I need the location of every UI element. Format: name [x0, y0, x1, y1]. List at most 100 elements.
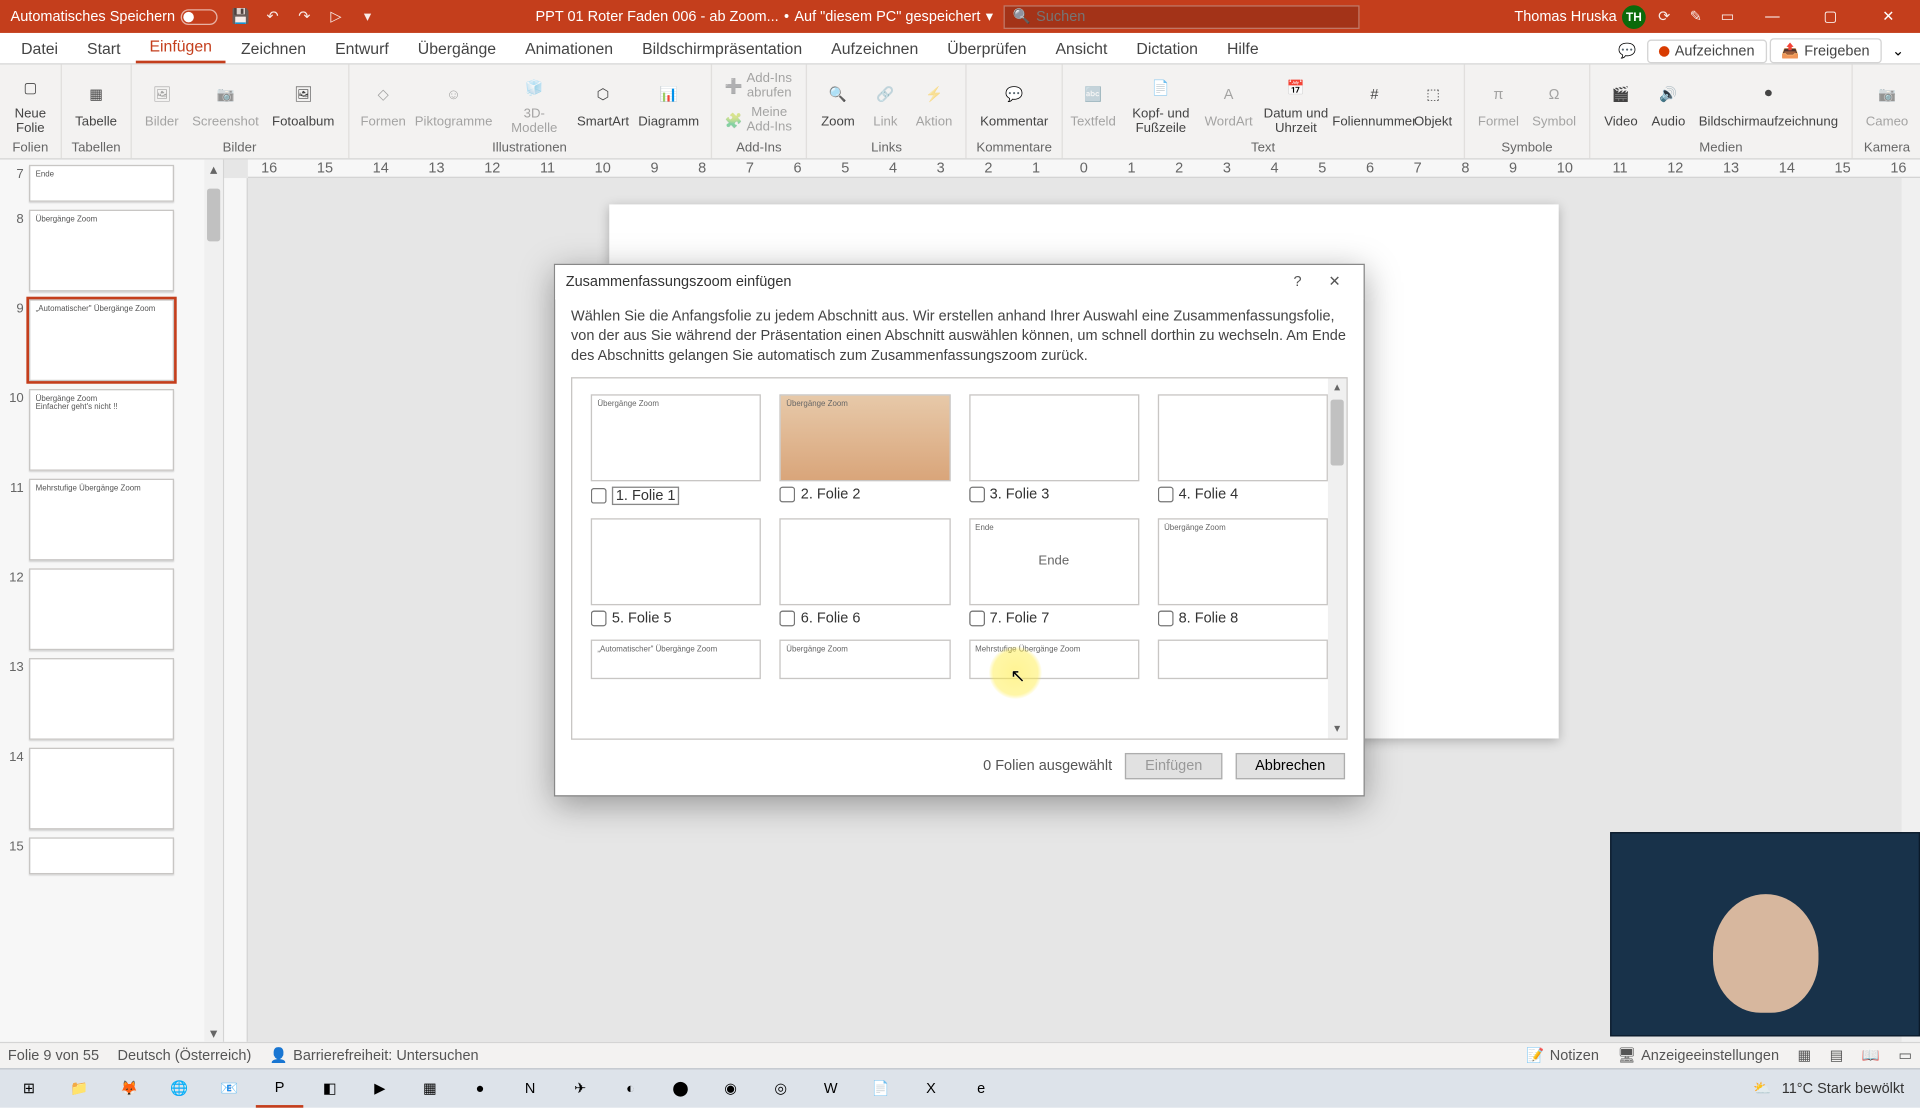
tab-animationen[interactable]: Animationen — [512, 34, 626, 63]
tab-einfügen[interactable]: Einfügen — [136, 32, 225, 64]
draw-icon[interactable]: ✎ — [1683, 3, 1709, 29]
slide-thumbnail[interactable]: 8Übergänge Zoom — [5, 210, 215, 292]
slide-checkbox[interactable] — [969, 486, 985, 502]
slide-option[interactable]: Übergänge Zoom2. Folie 2 — [780, 394, 950, 505]
edge-icon[interactable]: e — [957, 1070, 1004, 1107]
tab-ansicht[interactable]: Ansicht — [1042, 34, 1120, 63]
share-button[interactable]: 📤Freigeben — [1769, 38, 1881, 63]
app-icon[interactable]: ◐ — [607, 1070, 654, 1107]
slide-option[interactable]: „Automatischer" Übergänge Zoom — [591, 639, 761, 679]
outlook-icon[interactable]: 📧 — [206, 1070, 253, 1107]
close-button[interactable]: ✕ — [1862, 0, 1915, 33]
slide-thumbnail[interactable]: 11Mehrstufige Übergänge Zoom — [5, 479, 215, 561]
slide-checkbox[interactable] — [591, 487, 607, 503]
slide-option-label[interactable]: 5. Folie 5 — [591, 610, 761, 626]
view-reading-icon[interactable]: 📖 — [1862, 1047, 1880, 1064]
explorer-icon[interactable]: 📁 — [55, 1070, 102, 1107]
search-input[interactable]: 🔍 — [1004, 5, 1360, 29]
slide-thumbnail[interactable]: 7Ende — [5, 165, 215, 202]
slide-option[interactable]: Mehrstufige Übergänge Zoom — [969, 639, 1139, 679]
ribbon-button[interactable]: #Foliennummer — [1341, 75, 1408, 132]
slide-thumbnail[interactable]: 13 — [5, 658, 215, 740]
slide-option-label[interactable]: 4. Folie 4 — [1157, 486, 1327, 502]
slide-option[interactable]: 5. Folie 5 — [591, 518, 761, 626]
qat-more-icon[interactable]: ▾ — [354, 3, 380, 29]
slide-checkbox[interactable] — [1157, 486, 1173, 502]
telegram-icon[interactable]: ✈ — [556, 1070, 603, 1107]
slide-checkbox[interactable] — [1157, 610, 1173, 626]
app-icon[interactable]: ▦ — [406, 1070, 453, 1107]
tab-aufzeichnen[interactable]: Aufzeichnen — [818, 34, 931, 63]
ribbon-button[interactable]: 🔊Audio — [1646, 75, 1691, 132]
app-icon[interactable]: ● — [456, 1070, 503, 1107]
ribbon-button[interactable]: 📄Kopf- und Fußzeile — [1118, 67, 1203, 138]
redo-icon[interactable]: ↷ — [291, 3, 317, 29]
firefox-icon[interactable]: 🦊 — [105, 1070, 152, 1107]
scroll-up-icon[interactable]: ▴ — [1328, 378, 1346, 396]
ribbon-button[interactable]: 💬Kommentar — [975, 75, 1054, 132]
tab-entwurf[interactable]: Entwurf — [322, 34, 402, 63]
ribbon-button[interactable]: ⬚Objekt — [1411, 75, 1456, 132]
undo-icon[interactable]: ↶ — [259, 3, 285, 29]
slide-option-label[interactable]: 2. Folie 2 — [780, 486, 950, 502]
thumbnail-scrollbar[interactable]: ▴ ▾ — [204, 160, 222, 1042]
close-icon[interactable]: ✕ — [1316, 267, 1353, 296]
slide-option-label[interactable]: 1. Folie 1 — [591, 486, 761, 504]
slide-option[interactable]: EndeEnde7. Folie 7 — [969, 518, 1139, 626]
slide-count[interactable]: Folie 9 von 55 — [8, 1048, 99, 1064]
save-icon[interactable]: 💾 — [228, 3, 254, 29]
slide-thumbnail[interactable]: 10Übergänge ZoomEinfacher geht's nicht !… — [5, 389, 215, 471]
powerpoint-icon[interactable]: P — [256, 1070, 303, 1107]
slide-option[interactable] — [1157, 639, 1327, 679]
search-field[interactable] — [1036, 9, 1350, 25]
ribbon-button[interactable]: 📅Datum und Uhrzeit — [1254, 67, 1338, 138]
tab-start[interactable]: Start — [74, 34, 134, 63]
document-title[interactable]: PPT 01 Roter Faden 006 - ab Zoom... • Au… — [535, 8, 993, 25]
chrome-icon[interactable]: 🌐 — [156, 1070, 203, 1107]
tab-hilfe[interactable]: Hilfe — [1214, 34, 1272, 63]
maximize-button[interactable]: ▢ — [1804, 0, 1857, 33]
view-slideshow-icon[interactable]: ▭ — [1898, 1047, 1912, 1064]
record-button[interactable]: Aufzeichnen — [1647, 39, 1766, 63]
slide-option-label[interactable]: 6. Folie 6 — [780, 610, 950, 626]
scroll-thumb[interactable] — [1331, 399, 1344, 465]
slide-option[interactable]: 6. Folie 6 — [780, 518, 950, 626]
app-icon[interactable]: ◉ — [707, 1070, 754, 1107]
dialog-titlebar[interactable]: Zusammenfassungszoom einfügen ? ✕ — [555, 265, 1363, 299]
slide-option[interactable]: Übergänge Zoom — [780, 639, 950, 679]
view-sorter-icon[interactable]: ▤ — [1830, 1047, 1844, 1064]
dialog-scrollbar[interactable]: ▴ ▾ — [1328, 378, 1346, 738]
help-button[interactable]: ? — [1279, 267, 1316, 296]
sync-icon[interactable]: ⟳ — [1651, 3, 1677, 29]
scroll-thumb[interactable] — [207, 189, 220, 242]
slide-option-label[interactable]: 3. Folie 3 — [969, 486, 1139, 502]
tab-bildschirmpräsentation[interactable]: Bildschirmpräsentation — [629, 34, 815, 63]
slide-option-label[interactable]: 7. Folie 7 — [969, 610, 1139, 626]
ribbon-button[interactable]: ⬡SmartArt — [574, 75, 633, 132]
word-icon[interactable]: W — [807, 1070, 854, 1107]
ribbon-button[interactable]: 🔍Zoom — [816, 75, 861, 132]
chevron-down-icon[interactable]: ⌄ — [1884, 40, 1912, 62]
slide-option-label[interactable]: 8. Folie 8 — [1157, 610, 1327, 626]
slide-checkbox[interactable] — [780, 610, 796, 626]
tab-zeichnen[interactable]: Zeichnen — [228, 34, 319, 63]
ribbon-button[interactable]: ▦Tabelle — [70, 75, 122, 132]
ribbon-options-icon[interactable]: ▭ — [1714, 3, 1740, 29]
insert-button[interactable]: Einfügen — [1125, 752, 1222, 778]
obs-icon[interactable]: ⬤ — [657, 1070, 704, 1107]
slide-thumbnail[interactable]: 15 — [5, 837, 215, 874]
ribbon-button[interactable]: 📊Diagramm — [635, 75, 702, 132]
minimize-button[interactable]: — — [1746, 0, 1799, 33]
tab-übergänge[interactable]: Übergänge — [405, 34, 510, 63]
start-icon[interactable]: ▷ — [323, 3, 349, 29]
slide-thumbnail[interactable]: 14 — [5, 748, 215, 830]
app-icon[interactable]: 📄 — [857, 1070, 904, 1107]
tab-überprüfen[interactable]: Überprüfen — [934, 34, 1040, 63]
slide-option[interactable]: 4. Folie 4 — [1157, 394, 1327, 505]
avatar[interactable]: TH — [1622, 5, 1646, 29]
ribbon-button[interactable]: ⏺Bildschirmaufzeichnung — [1693, 75, 1843, 132]
view-normal-icon[interactable]: ▦ — [1797, 1047, 1811, 1064]
scroll-down-icon[interactable]: ▾ — [204, 1023, 222, 1041]
comments-icon[interactable]: 💬 — [1611, 40, 1645, 62]
ribbon-button[interactable]: 🖼Fotoalbum — [267, 75, 340, 132]
